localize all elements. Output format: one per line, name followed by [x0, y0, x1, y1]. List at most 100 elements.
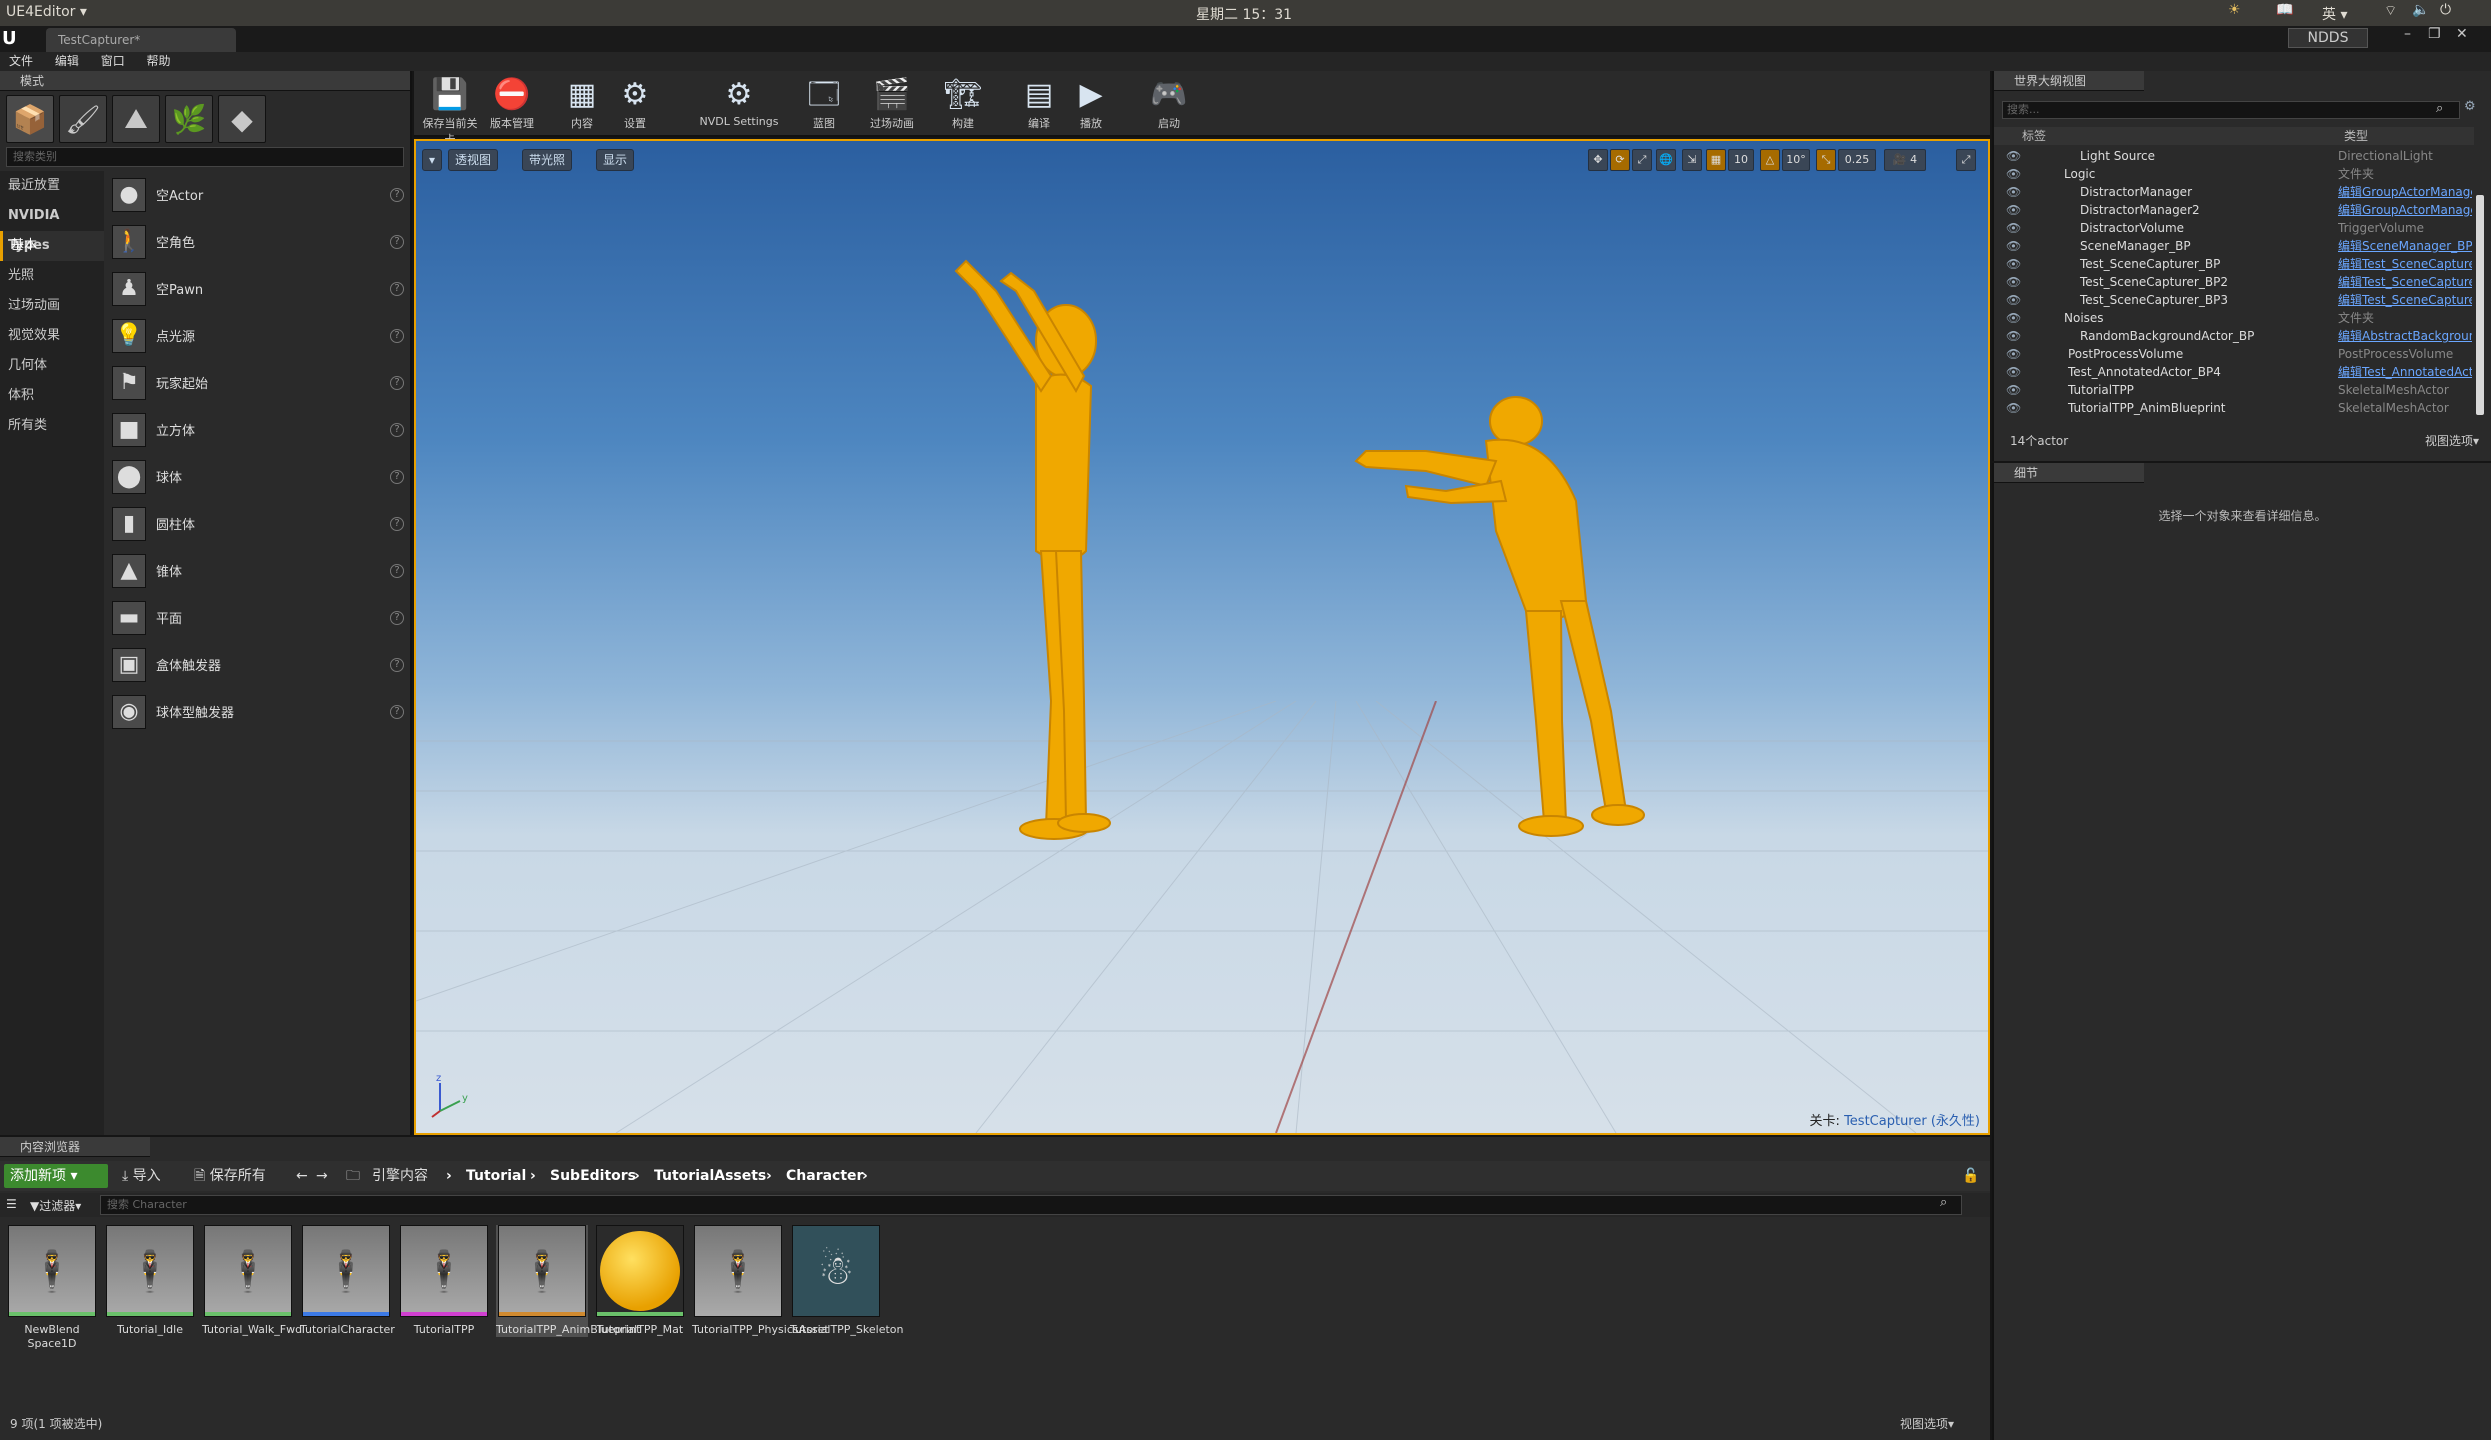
- actor-type-link[interactable]: 编辑AbstractBackground: [2338, 327, 2472, 345]
- category-all-classes[interactable]: 所有类: [0, 411, 104, 441]
- place-item[interactable]: ▬ 平面?: [106, 594, 410, 641]
- actor-type-link[interactable]: 编辑Test_SceneCapturer: [2338, 291, 2472, 309]
- actor-type-link[interactable]: 编辑GroupActorManager: [2338, 201, 2472, 219]
- eye-icon[interactable]: 👁: [2006, 183, 2021, 201]
- sources-toggle-icon[interactable]: ☰: [6, 1197, 17, 1211]
- lock-icon[interactable]: 🔓: [1962, 1161, 1979, 1191]
- tab-testcapturer[interactable]: TestCapturer*: [46, 28, 236, 52]
- path-segment[interactable]: Tutorial: [466, 1161, 526, 1191]
- foliage-mode-button[interactable]: 🌿: [165, 95, 213, 143]
- place-item[interactable]: ⚑ 玩家起始?: [106, 359, 410, 406]
- eye-icon[interactable]: 👁: [2006, 219, 2021, 237]
- eye-icon[interactable]: 👁: [2006, 327, 2021, 345]
- asset-tile-selected[interactable]: 🕴 TutorialTPP_AnimBlueprint: [496, 1225, 640, 1337]
- path-segment[interactable]: 引擎内容: [372, 1161, 428, 1191]
- build-button[interactable]: 🏗 构建: [940, 75, 986, 135]
- nvdl-settings-button[interactable]: ⚙ NVDL Settings: [696, 75, 782, 135]
- content-button[interactable]: ▦ 内容: [560, 75, 604, 135]
- asset-tile[interactable]: 🕴 Tutorial_Idle: [104, 1225, 196, 1337]
- help-icon[interactable]: ?: [390, 375, 404, 390]
- eye-icon[interactable]: 👁: [2006, 165, 2021, 183]
- rotate-tool[interactable]: ⟳: [1610, 149, 1630, 171]
- outliner-row[interactable]: 👁 Test_SceneCapturer_BP3 编辑Test_SceneCaptu…: [1994, 291, 2472, 309]
- details-tab[interactable]: 细节: [1994, 463, 2144, 483]
- path-segment[interactable]: Character: [786, 1161, 863, 1191]
- path-segment[interactable]: SubEditors: [550, 1161, 636, 1191]
- rotation-snap-toggle[interactable]: △: [1760, 149, 1780, 171]
- menu-window[interactable]: 窗口: [92, 52, 134, 71]
- world-local-toggle[interactable]: 🌐: [1656, 149, 1676, 171]
- save-level-button[interactable]: 💾保存当前关卡: [420, 75, 480, 146]
- eye-icon[interactable]: 👁: [2006, 291, 2021, 309]
- eye-icon[interactable]: 👁: [2006, 345, 2021, 363]
- place-item[interactable]: ● 空Actor?: [106, 171, 410, 218]
- outliner-row[interactable]: 👁 Test_AnnotatedActor_BP4 编辑Test_Annotated…: [1994, 363, 2472, 381]
- category-nvidia[interactable]: NVIDIA Types: [0, 201, 104, 253]
- column-label-header[interactable]: 标签: [2022, 127, 2046, 145]
- category-recent[interactable]: 最近放置: [0, 171, 104, 201]
- place-mode-button[interactable]: 📦: [6, 95, 54, 143]
- landscape-mode-button[interactable]: ⛰: [112, 95, 160, 143]
- outliner-row[interactable]: 👁 Light Source DirectionalLight: [1994, 147, 2472, 165]
- volume-icon[interactable]: 🔈: [2412, 2, 2429, 18]
- grid-size[interactable]: 10: [1728, 149, 1754, 171]
- source-control-button[interactable]: ⛔ 版本管理: [482, 75, 542, 135]
- minimize-button[interactable]: –: [2404, 26, 2411, 42]
- weather-icon[interactable]: ☀: [2228, 2, 2241, 18]
- asset-tile[interactable]: 🕴 Tutorial_Walk_Fwd: [202, 1225, 302, 1337]
- menu-help[interactable]: 帮助: [138, 52, 180, 71]
- place-item[interactable]: ⬤ 球体?: [106, 453, 410, 500]
- geometry-mode-button[interactable]: ◆: [218, 95, 266, 143]
- category-visual-effects[interactable]: 视觉效果: [0, 321, 104, 351]
- place-item[interactable]: ▲ 锥体?: [106, 547, 410, 594]
- folder-icon[interactable]: 🗀: [346, 1161, 360, 1191]
- book-icon[interactable]: 📖: [2276, 2, 2293, 18]
- maximize-button[interactable]: ❐: [2428, 26, 2441, 42]
- maximize-viewport-button[interactable]: ⤢: [1956, 149, 1976, 171]
- help-icon[interactable]: ?: [390, 281, 404, 296]
- filters-button[interactable]: ▼过滤器▾: [30, 1197, 81, 1214]
- place-item[interactable]: ▮ 圆柱体?: [106, 500, 410, 547]
- import-button[interactable]: ⤓ 导入: [122, 1161, 161, 1191]
- asset-tile[interactable]: TutorialTPP_Mat: [594, 1225, 686, 1337]
- asset-tile[interactable]: 🕴 TutorialCharacter: [300, 1225, 395, 1337]
- eye-icon[interactable]: 👁: [2006, 147, 2021, 165]
- help-icon[interactable]: ?: [390, 234, 404, 249]
- actor-type-link[interactable]: 编辑SceneManager_BP: [2338, 237, 2472, 255]
- forward-button[interactable]: →: [316, 1161, 328, 1191]
- help-icon[interactable]: ?: [390, 187, 404, 202]
- actor-type-link[interactable]: 编辑Test_SceneCapturer: [2338, 273, 2472, 291]
- camera-speed[interactable]: 🎥 4: [1884, 149, 1926, 171]
- actor-type-link[interactable]: 编辑GroupActorManager: [2338, 183, 2472, 201]
- place-item[interactable]: ▣ 盒体触发器?: [106, 641, 410, 688]
- outliner-row[interactable]: 👁 PostProcessVolume PostProcessVolume: [1994, 345, 2472, 363]
- outliner-row[interactable]: 👁 Logic 文件夹: [1994, 165, 2472, 183]
- help-icon[interactable]: ?: [390, 657, 404, 672]
- outliner-row[interactable]: 👁 DistractorManager 编辑GroupActorManager: [1994, 183, 2472, 201]
- menu-file[interactable]: 文件: [0, 52, 42, 71]
- eye-icon[interactable]: 👁: [2006, 309, 2021, 327]
- place-item[interactable]: ♟ 空Pawn?: [106, 265, 410, 312]
- eye-icon[interactable]: 👁: [2006, 399, 2021, 417]
- outliner-row[interactable]: 👁 DistractorVolume TriggerVolume: [1994, 219, 2472, 237]
- outliner-row[interactable]: 👁 TutorialTPP SkeletalMeshActor: [1994, 381, 2472, 399]
- help-icon[interactable]: ?: [390, 704, 404, 719]
- add-new-button[interactable]: 添加新项 ▾: [4, 1164, 108, 1188]
- place-item[interactable]: ◉ 球体型触发器?: [106, 688, 410, 735]
- translate-tool[interactable]: ✥: [1588, 149, 1608, 171]
- outliner-row[interactable]: 👁 Test_SceneCapturer_BP2 编辑Test_SceneCaptu…: [1994, 273, 2472, 291]
- help-icon[interactable]: ?: [390, 328, 404, 343]
- outliner-settings-icon[interactable]: ⚙: [2464, 99, 2476, 114]
- compile-button[interactable]: ▤ 编译: [1016, 75, 1062, 135]
- help-icon[interactable]: ?: [390, 516, 404, 531]
- asset-tile[interactable]: 🕴 TutorialTPP_PhysicsAsset: [692, 1225, 829, 1337]
- settings-button[interactable]: ⚙ 设置: [610, 75, 660, 135]
- eye-icon[interactable]: 👁: [2006, 255, 2021, 273]
- outliner-row[interactable]: 👁 Test_SceneCapturer_BP 编辑Test_SceneCaptur…: [1994, 255, 2472, 273]
- rotation-snap-value[interactable]: 10°: [1782, 149, 1810, 171]
- outliner-row[interactable]: 👁 TutorialTPP_AnimBlueprint SkeletalMeshAc…: [1994, 399, 2472, 417]
- eye-icon[interactable]: 👁: [2006, 381, 2021, 399]
- category-geometry[interactable]: 几何体: [0, 351, 104, 381]
- lit-button[interactable]: 带光照: [522, 149, 573, 171]
- wifi-icon[interactable]: ⌔: [2384, 2, 2397, 20]
